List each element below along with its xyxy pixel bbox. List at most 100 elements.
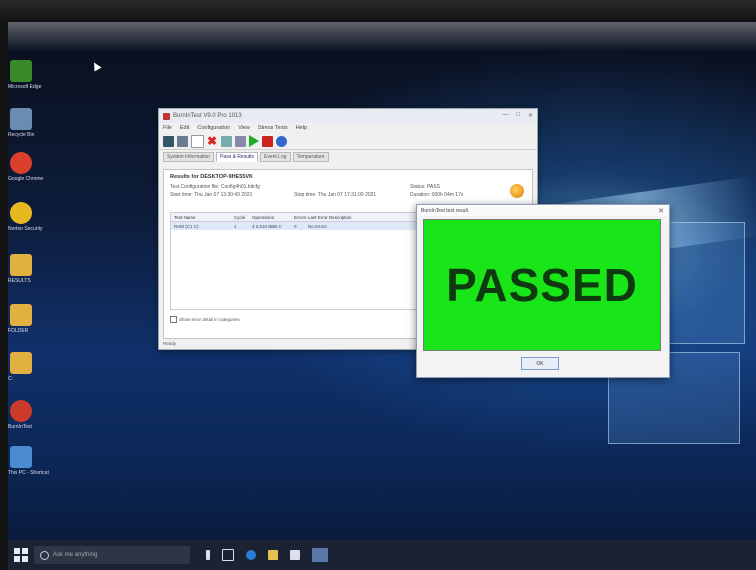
table-cell: 4 0,510 BBB C (252, 223, 282, 229)
screen-glare (8, 22, 756, 52)
computer-icon (10, 446, 32, 468)
stop-time-text: Stop time: Thu Jan 07 17:31:00 2021 (294, 192, 377, 198)
copy-icon[interactable] (221, 135, 232, 147)
minimize-icon[interactable]: — (502, 112, 508, 119)
store-icon[interactable] (290, 550, 300, 560)
desktop-icon-drive[interactable]: C: (8, 352, 48, 382)
desktop-icon-chrome[interactable]: Google Chrome (8, 152, 48, 182)
column-header[interactable]: Cycle (234, 215, 252, 220)
chrome-icon (10, 152, 32, 174)
help-icon[interactable] (276, 135, 287, 147)
status-text: Status: PASS (410, 184, 440, 190)
test-result-dialog[interactable]: BurnInTest test result ✕ PASSED OK (416, 204, 670, 378)
column-header[interactable]: Last Error Description (308, 215, 368, 220)
start-button[interactable] (14, 548, 28, 562)
edge-icon[interactable] (246, 550, 256, 560)
mouse-cursor (90, 60, 102, 72)
error-detail-checkbox[interactable] (170, 316, 177, 323)
desktop-icon-norton[interactable]: Norton Security (8, 202, 48, 232)
delete-icon[interactable]: ✖ (207, 135, 218, 147)
close-icon[interactable]: ✕ (528, 112, 533, 119)
menu-file[interactable]: File (163, 125, 172, 131)
taskbar: Ask me anything (8, 540, 756, 570)
table-cell: 1 (234, 223, 237, 229)
toolbar: ✖ (159, 133, 537, 150)
result-text: PASSED (446, 259, 638, 311)
column-header[interactable]: Operations (252, 215, 294, 220)
play-icon[interactable] (249, 135, 259, 147)
file-explorer-icon[interactable] (268, 550, 278, 560)
desktop-icon-label: Norton Security (8, 226, 43, 232)
folder-icon (10, 304, 32, 326)
config-file-text: Test Configuration file: Config4h01.bitc… (170, 184, 260, 190)
cortana-icon (40, 550, 49, 560)
menu-edit[interactable]: Edit (180, 125, 189, 131)
menu-stress-tests[interactable]: Stress Tests (258, 125, 288, 131)
burnintest-icon (10, 400, 32, 422)
window-titlebar[interactable]: BurnInTest V9.0 Pro 1013 — □ ✕ (159, 109, 537, 123)
stop-icon[interactable] (262, 135, 273, 147)
menu-bar: File Edit Configuration View Stress Test… (159, 123, 537, 133)
table-cell: No errors (308, 223, 327, 229)
tab-bar: System Information Pass & Results Event … (159, 152, 537, 162)
microphone-icon[interactable] (206, 550, 210, 560)
desktop-icon-label: BurnInTest (8, 424, 32, 430)
config-icon[interactable] (177, 135, 188, 147)
monitor-bezel (0, 0, 756, 22)
task-view-icon[interactable] (222, 549, 234, 561)
desktop-icon-edge[interactable]: Microsoft Edge (8, 60, 48, 90)
desktop-icon-this-pc[interactable]: This PC - Shortcut (8, 446, 49, 476)
desktop-icon-label: This PC - Shortcut (8, 470, 49, 476)
ok-button[interactable]: OK (521, 357, 559, 370)
checkbox-label: Show error detail in categories (179, 317, 240, 322)
wallpaper-window-pane (663, 222, 745, 344)
desktop-screen: Microsoft Edge Recycle Bin Google Chrome… (8, 22, 756, 570)
folder-icon (10, 352, 32, 374)
maximize-icon[interactable]: □ (516, 112, 520, 119)
recycle-bin-icon (10, 108, 32, 130)
results-heading: Results for DESKTOP-9HE55VK (170, 174, 254, 180)
menu-view[interactable]: View (238, 125, 250, 131)
pass-status-icon (510, 184, 524, 198)
desktop-icon-label: FOLDER (8, 328, 29, 334)
column-header[interactable]: Test Name (171, 215, 234, 220)
desktop-icon-label: Recycle Bin (8, 132, 35, 138)
desktop-icon-burnintest[interactable]: BurnInTest (8, 400, 48, 430)
window-icon[interactable] (235, 135, 246, 147)
edge-icon (10, 60, 32, 82)
tab-pass-results[interactable]: Pass & Results (216, 152, 258, 162)
desktop-icon-label: Microsoft Edge (8, 84, 42, 90)
duration-text: Duration: 000h 04m 17s (410, 192, 464, 198)
column-header[interactable]: Errors (294, 215, 308, 220)
desktop-icon-results-folder[interactable]: RESULTS (8, 254, 48, 284)
start-time-text: Start time: Thu Jan 07 13:30:43 2021 (170, 192, 253, 198)
dialog-title: BurnInTest test result (421, 207, 468, 214)
clear-icon[interactable] (191, 134, 204, 148)
desktop-icon-label: Google Chrome (8, 176, 44, 182)
tab-system-information[interactable]: System Information (163, 152, 215, 162)
search-placeholder: Ask me anything (53, 552, 98, 558)
result-banner: PASSED (423, 219, 661, 351)
tab-temperature[interactable]: Temperature (292, 152, 329, 162)
close-icon[interactable]: ✕ (658, 207, 664, 215)
desktop-icon-folder[interactable]: FOLDER (8, 304, 48, 334)
desktop-icon-recycle-bin[interactable]: Recycle Bin (8, 108, 48, 138)
app-icon (163, 112, 170, 120)
window-title: BurnInTest V9.0 Pro 1013 (173, 113, 242, 119)
save-icon[interactable] (163, 135, 174, 147)
menu-help[interactable]: Help (296, 125, 307, 131)
taskbar-apps (206, 548, 328, 562)
error-detail-option[interactable]: Show error detail in categories (170, 316, 240, 323)
search-input[interactable]: Ask me anything (34, 546, 190, 564)
desktop-icon-label: RESULTS (8, 278, 31, 284)
status-bar: Ready (163, 341, 177, 346)
dialog-titlebar[interactable]: BurnInTest test result ✕ (417, 205, 669, 216)
desktop-icon-label: C: (8, 376, 13, 382)
norton-icon (10, 202, 32, 224)
burnintest-taskbar-icon[interactable] (312, 548, 328, 562)
table-cell: RAM (C1 C) (174, 223, 199, 229)
menu-configuration[interactable]: Configuration (197, 125, 230, 131)
table-cell: 0 (294, 223, 297, 229)
folder-icon (10, 254, 32, 276)
tab-event-log[interactable]: Event Log (259, 152, 291, 162)
